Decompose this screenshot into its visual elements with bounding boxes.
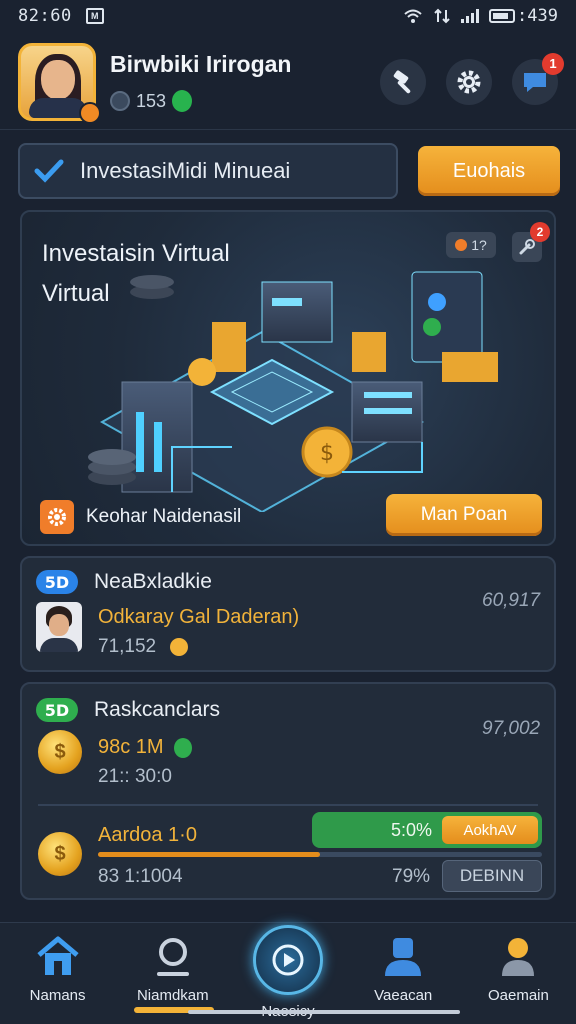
hero-card: $ Investaisin Virtual Virtual 1? 2 Keoha… — [20, 210, 556, 546]
user-outline-icon — [150, 933, 196, 979]
gear-icon — [40, 500, 74, 534]
status-time: 82:60 — [18, 6, 72, 26]
progress-bar — [98, 852, 542, 857]
card-title: Raskcanclars — [94, 698, 221, 721]
chat-icon — [524, 72, 546, 92]
investors-card[interactable]: 5D Raskcanclars 97,002 $ 98c 1M 21:: 30:… — [20, 682, 556, 900]
top-cta-button[interactable]: Euohais — [418, 146, 560, 196]
nav-item-account[interactable]: Oaemain — [461, 923, 576, 1024]
investment-sub-value: 21:: 30:0 — [98, 766, 172, 787]
checkmark-icon — [34, 159, 64, 183]
row2-title: Aardoa 1·0 — [98, 824, 197, 846]
hero-footer: Keohar Naidenasil — [40, 500, 241, 534]
progress-percent: 5:0% — [390, 819, 432, 840]
status-icons: :439 — [403, 6, 558, 26]
secondary-percent: 79% — [392, 866, 431, 887]
person-icon — [380, 933, 426, 979]
up-arrow-icon — [174, 738, 192, 758]
data-icon — [434, 8, 450, 24]
messages-button[interactable]: 1 — [512, 52, 564, 105]
wifi-icon — [404, 9, 422, 23]
investment-amount: 98c 1M — [98, 736, 164, 758]
hero-title: Investaisin Virtual Virtual — [42, 240, 230, 307]
user-stats: 153 — [110, 90, 291, 112]
invest-row: InvestasiMidi Minueai Euohais — [18, 143, 560, 199]
home-indicator — [188, 1010, 460, 1014]
dollar-coin-icon: $ — [38, 730, 82, 774]
battery-icon — [489, 9, 516, 23]
nav-label: Namans — [29, 987, 86, 1004]
nav-label: Vaeacan — [374, 987, 433, 1004]
leaderboard-card[interactable]: 5D NeaBxladkie 60,917 Odkaray Gal Dadera… — [20, 556, 556, 672]
player-score: 71,152 — [98, 636, 157, 657]
battery-time: :439 — [517, 6, 558, 26]
nav-item-center[interactable]: Naosicy — [230, 923, 345, 1024]
tools-button[interactable] — [380, 58, 426, 105]
profile-header: Birwbiki Irirogan 153 1 — [0, 34, 576, 130]
header-actions: 1 — [380, 52, 564, 105]
home-icon — [35, 933, 81, 979]
progress-action-button[interactable]: AokhAV — [442, 816, 538, 844]
invest-label: InvestasiMidi Minueai — [80, 158, 291, 183]
player-name: Odkaray Gal Daderan) — [98, 606, 300, 628]
player-avatar — [36, 602, 82, 652]
svg-text:$: $ — [320, 441, 334, 466]
account-icon — [495, 933, 541, 979]
secondary-button[interactable]: DEBINN — [442, 860, 542, 892]
signal-icon — [461, 9, 480, 23]
hero-tool-badge: 2 — [530, 222, 550, 242]
stats-value: 153 — [136, 90, 167, 111]
hero-counter-value: 1? — [471, 237, 487, 253]
notification-count: 1 — [542, 52, 564, 75]
progress-fill — [98, 852, 320, 857]
divider — [38, 804, 538, 806]
up-arrow-icon — [172, 90, 193, 112]
row2-value: 83 1:1004 — [98, 866, 183, 887]
token-icon — [110, 91, 130, 111]
hero-tool-button[interactable]: 2 — [512, 222, 550, 262]
user-name: Birwbiki Irirogan — [110, 51, 292, 77]
rank-badge: 5D — [36, 698, 78, 722]
nav-label: Niamdkam — [136, 987, 209, 1004]
play-icon — [253, 925, 323, 995]
invest-selector[interactable]: InvestasiMidi Minueai — [18, 143, 398, 199]
rank-badge: 5D — [36, 570, 78, 594]
hero-footer-label: Keohar Naidenasil — [86, 506, 242, 527]
card-title: NeaBxladkie — [94, 570, 212, 593]
status-bar: 82:60 M :439 — [0, 0, 576, 32]
card-right-value: 60,917 — [482, 590, 541, 611]
notification-icon: M — [85, 8, 104, 24]
bottom-navigation: Namans Niamdkam Naosicy Vaeacan — [0, 922, 576, 1024]
fire-icon — [455, 239, 468, 251]
hero-counter[interactable]: 1? — [446, 232, 496, 258]
hero-plan-button[interactable]: Man Poan — [386, 494, 542, 536]
gear-icon — [457, 70, 481, 93]
avatar[interactable] — [18, 42, 101, 124]
level-badge-icon — [79, 101, 101, 124]
coin-icon — [170, 638, 188, 656]
hammer-icon — [393, 69, 411, 93]
nav-label: Oaemain — [487, 987, 549, 1004]
user-info: Birwbiki Irirogan 153 — [110, 51, 291, 112]
progress-pill: 5:0% AokhAV — [312, 812, 542, 848]
dollar-coin-icon: $ — [38, 832, 82, 876]
card-right-value: 97,002 — [482, 718, 541, 739]
nav-item-agent[interactable]: Vaeacan — [346, 923, 461, 1024]
nav-item-home[interactable]: Namans — [0, 923, 115, 1024]
settings-button[interactable] — [446, 58, 492, 105]
wrench-icon — [519, 239, 535, 255]
